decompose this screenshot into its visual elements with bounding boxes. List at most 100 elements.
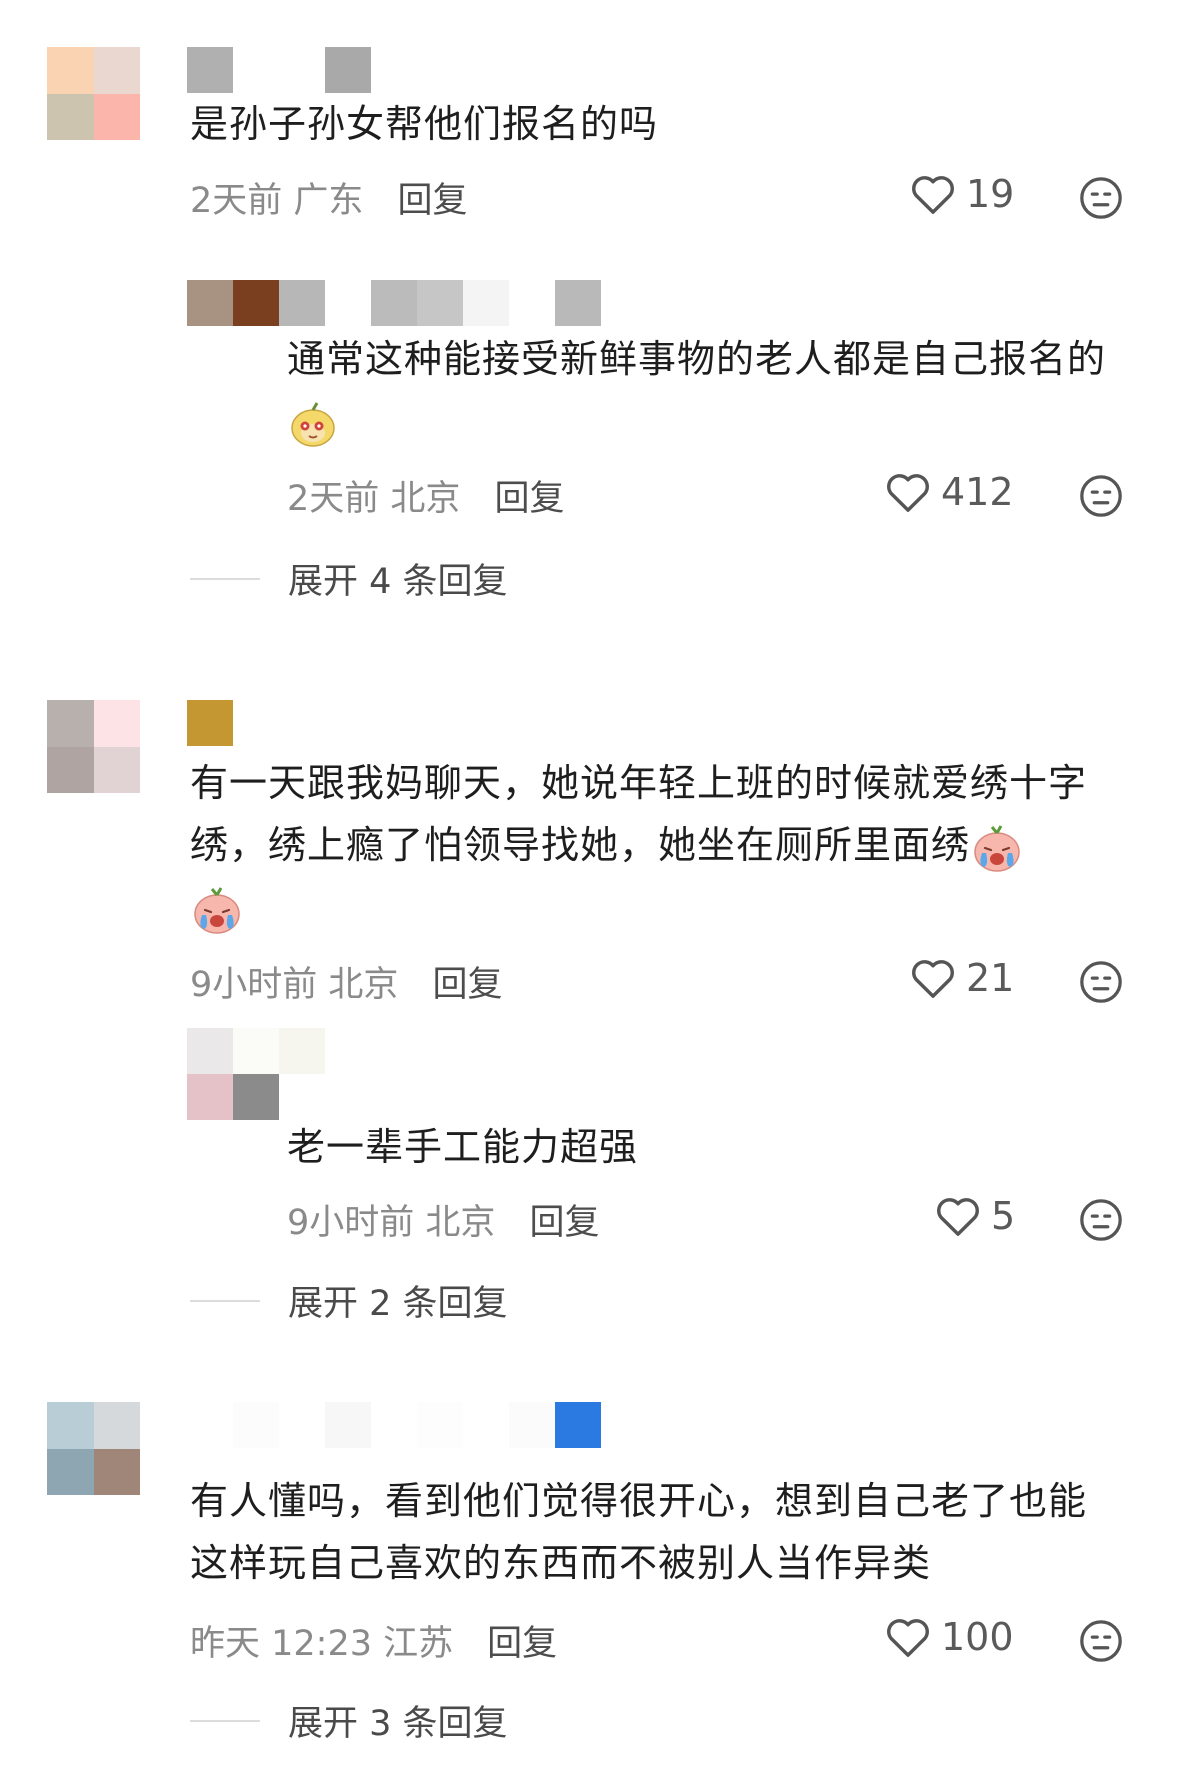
reply-button[interactable]: 回复 (494, 470, 564, 521)
reply-text: 老一辈手工能力超强 (287, 1125, 639, 1169)
name-pixel (233, 47, 279, 93)
crying-emoji-icon (974, 824, 1020, 872)
comment-time: 9小时前 (190, 965, 318, 1005)
name-pixel (187, 1074, 233, 1120)
name-pixel (187, 1402, 233, 1448)
reply-button[interactable]: 回复 (432, 956, 502, 1007)
avatar-pixel (47, 93, 94, 140)
comment-location: 北京 (328, 965, 399, 1005)
neutral-face-icon[interactable] (1078, 959, 1124, 1005)
comment-text: 有一天跟我妈聊天，她说年轻上班的时候就爱绣十字绣，绣上瘾了怕领导找她，她坐在厕所… (190, 752, 1120, 938)
reply-location: 北京 (425, 1203, 496, 1243)
comment-location: 广东 (293, 181, 364, 221)
expand-replies-button[interactable]: 展开 2 条回复 (190, 1275, 508, 1326)
comment-time: 2天前 (190, 181, 283, 221)
avatar-pixel (47, 1402, 94, 1449)
reply-location: 北京 (390, 479, 461, 519)
name-pixel (555, 280, 601, 326)
name-pixel (279, 280, 325, 326)
name-pixel (325, 1402, 371, 1448)
reply-meta: 9小时前 北京 回复 (287, 1194, 599, 1245)
name-pixel (233, 1402, 279, 1448)
comment-meta: 2天前 广东 回复 (190, 172, 467, 223)
avatar-pixel (93, 700, 140, 747)
heart-outline-icon (887, 1619, 929, 1657)
comment-text: 是孙子孙女帮他们报名的吗 (190, 102, 659, 146)
reply-button[interactable]: 回复 (529, 1194, 599, 1245)
like-button[interactable]: 5 (935, 1194, 1015, 1238)
name-pixel (463, 1402, 509, 1448)
avatar[interactable] (47, 700, 140, 793)
like-button[interactable]: 100 (885, 1615, 1014, 1659)
comment-meta: 9小时前 北京 回复 (190, 956, 502, 1007)
like-button[interactable]: 19 (910, 172, 1014, 216)
avatar-pixel (47, 47, 94, 94)
neutral-face-icon[interactable] (1078, 175, 1124, 221)
like-button[interactable]: 21 (910, 956, 1014, 1000)
avatar-pixel (93, 93, 140, 140)
name-pixel (417, 1402, 463, 1448)
comment-location: 江苏 (383, 1624, 454, 1664)
username-pixelated[interactable] (187, 47, 371, 93)
comment-text: 有人懂吗，看到他们觉得很开心，想到自己老了也能这样玩自己喜欢的东西而不被别人当作… (190, 1479, 1088, 1585)
name-pixel (371, 280, 417, 326)
avatar-pixel (93, 1448, 140, 1495)
avatar-pixel (47, 1448, 94, 1495)
name-pixel (463, 280, 509, 326)
expand-replies-button[interactable]: 展开 3 条回复 (190, 1695, 508, 1746)
reply-username-pixelated[interactable] (187, 280, 601, 326)
name-pixel (279, 1402, 325, 1448)
neutral-face-icon[interactable] (1078, 473, 1124, 519)
neutral-face-icon[interactable] (1078, 1618, 1124, 1664)
name-pixel (187, 47, 233, 93)
reply-time: 9小时前 (287, 1203, 415, 1243)
comment-meta: 昨天 12:23 江苏 回复 (190, 1615, 557, 1666)
like-count: 21 (966, 956, 1015, 1000)
avatar[interactable] (47, 47, 140, 140)
name-pixel (279, 1074, 325, 1120)
heart-outline-icon (887, 474, 929, 512)
crying-emoji-icon (194, 886, 240, 934)
name-pixel (233, 1074, 279, 1120)
reply-button[interactable]: 回复 (397, 172, 467, 223)
heart-outline-icon (937, 1198, 979, 1236)
avatar-pixel (93, 47, 140, 94)
avatar-pixel (93, 1402, 140, 1449)
like-count: 19 (966, 172, 1015, 216)
comment-time: 昨天 12:23 (190, 1624, 372, 1664)
avatar[interactable] (47, 1402, 140, 1495)
name-pixel (325, 280, 371, 326)
name-pixel (417, 280, 463, 326)
like-count: 100 (941, 1615, 1014, 1659)
username-pixelated[interactable] (187, 1402, 601, 1448)
name-pixel (187, 280, 233, 326)
name-pixel (233, 280, 279, 326)
name-pixel (187, 700, 233, 746)
avatar-pixel (93, 746, 140, 793)
username-pixelated[interactable] (187, 700, 233, 746)
reply-button[interactable]: 回复 (487, 1615, 557, 1666)
pear-emoji-icon (291, 401, 335, 447)
name-pixel (279, 47, 325, 93)
divider (190, 1299, 260, 1302)
reply-time: 2天前 (287, 479, 380, 519)
like-button[interactable]: 412 (885, 470, 1014, 514)
name-pixel (233, 1028, 279, 1074)
divider (190, 577, 260, 580)
neutral-face-icon[interactable] (1078, 1197, 1124, 1243)
name-pixel (279, 1028, 325, 1074)
reply-meta: 2天前 北京 回复 (287, 470, 564, 521)
divider (190, 1719, 260, 1722)
name-pixel (509, 1402, 555, 1448)
name-pixel (509, 280, 555, 326)
name-pixel (371, 1402, 417, 1448)
reply-text: 通常这种能接受新鲜事物的老人都是自己报名的 (287, 328, 1137, 452)
avatar-pixel (47, 700, 94, 747)
expand-replies-button[interactable]: 展开 4 条回复 (190, 553, 508, 604)
name-pixel (187, 1028, 233, 1074)
name-pixel (555, 1402, 601, 1448)
reply-username-pixelated[interactable] (187, 1028, 325, 1120)
heart-outline-icon (912, 176, 954, 214)
heart-outline-icon (912, 960, 954, 998)
like-count: 5 (991, 1194, 1016, 1238)
